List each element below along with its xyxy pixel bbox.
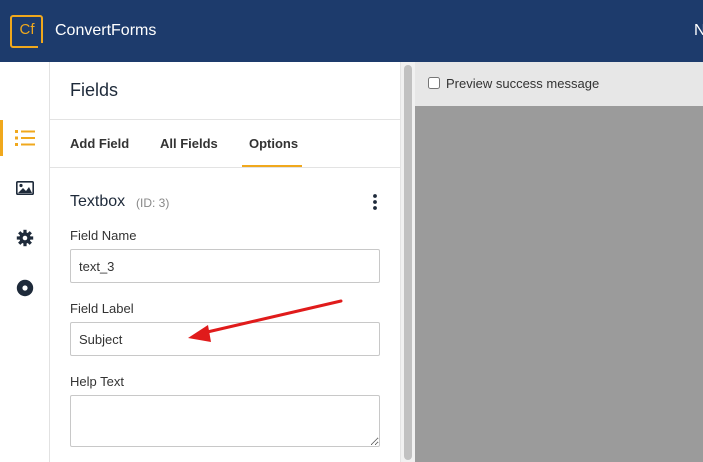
fields-panel: Fields Add Field All Fields Options Text… — [50, 62, 400, 462]
scrollbar-thumb[interactable] — [404, 65, 412, 460]
preview-toolbar: Preview success message — [415, 62, 703, 106]
help-text-textarea[interactable] — [70, 395, 380, 447]
app-title: ConvertForms — [55, 22, 157, 39]
record-icon — [16, 279, 34, 297]
sidebar-behavior-button[interactable] — [0, 268, 50, 308]
sidebar-design-button[interactable] — [0, 168, 50, 208]
form-preview-area: Preview success message — [415, 62, 703, 462]
preview-success-checkbox[interactable] — [428, 77, 440, 89]
divider — [50, 167, 400, 168]
image-icon — [16, 181, 34, 195]
field-type-title: Textbox — [70, 193, 126, 210]
list-icon — [15, 130, 35, 146]
divider — [50, 119, 400, 120]
field-label-input[interactable] — [70, 322, 380, 356]
gear-icon — [16, 229, 34, 247]
app-logo: Cf — [19, 21, 35, 38]
preview-success-label[interactable]: Preview success message — [446, 76, 599, 92]
icon-sidebar — [0, 62, 50, 462]
kebab-menu-icon — [373, 194, 377, 210]
field-menu-button[interactable] — [368, 193, 382, 211]
sidebar-settings-button[interactable] — [0, 218, 50, 258]
tab-add-field[interactable]: Add Field — [70, 135, 129, 153]
field-id: (ID: 3) — [136, 196, 170, 210]
sidebar-fields-button[interactable] — [0, 118, 50, 158]
header-truncated-text: N — [694, 22, 703, 39]
field-name-label: Field Name — [70, 228, 137, 243]
field-name-input[interactable] — [70, 249, 380, 283]
tab-all-fields[interactable]: All Fields — [160, 135, 218, 153]
help-text-label: Help Text — [70, 374, 124, 389]
top-header: Cf ConvertForms N — [0, 0, 703, 62]
panel-scrollbar[interactable] — [400, 62, 415, 462]
field-label-label: Field Label — [70, 301, 134, 316]
panel-title: Fields — [70, 80, 119, 100]
tab-options[interactable]: Options — [249, 135, 298, 153]
